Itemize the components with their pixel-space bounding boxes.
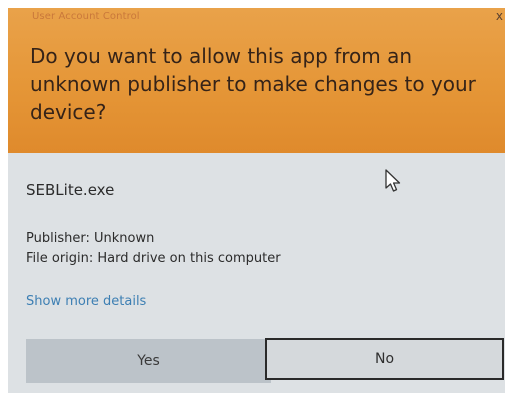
- uac-dialog: User Account Control x Do you want to al…: [8, 8, 505, 393]
- dialog-header: User Account Control x Do you want to al…: [8, 8, 505, 153]
- show-more-details-link[interactable]: Show more details: [26, 294, 146, 309]
- prompt-question: Do you want to allow this app from an un…: [30, 44, 476, 124]
- dialog-title: User Account Control: [32, 11, 140, 22]
- file-origin-info: File origin: Hard drive on this computer: [26, 251, 281, 266]
- publisher-info: Publisher: Unknown: [26, 231, 155, 246]
- no-button[interactable]: No: [265, 338, 504, 380]
- app-name: SEBLite.exe: [26, 181, 115, 199]
- mouse-pointer-icon: [385, 169, 401, 192]
- yes-button[interactable]: Yes: [26, 339, 271, 383]
- close-icon[interactable]: x: [496, 10, 503, 22]
- dialog-body: SEBLite.exe Publisher: Unknown File orig…: [8, 153, 505, 393]
